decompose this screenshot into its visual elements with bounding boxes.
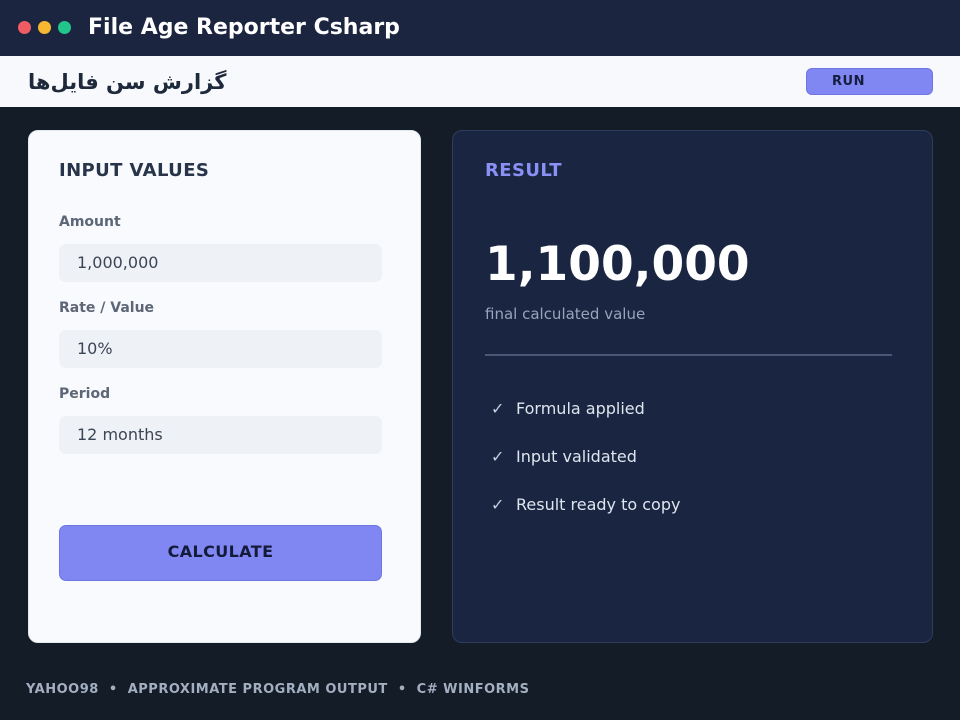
input-panel-title: INPUT VALUES (59, 160, 210, 181)
footer-text: YAHOO98 • APPROXIMATE PROGRAM OUTPUT • C… (26, 682, 530, 697)
app-title: File Age Reporter Csharp (88, 15, 400, 40)
check-item-ready: ✓ Result ready to copy (491, 495, 680, 514)
result-value: 1,100,000 (485, 237, 750, 292)
input-panel: INPUT VALUES Amount 1,000,000 Rate / Val… (28, 130, 421, 643)
amount-label: Amount (59, 214, 121, 230)
page-subtitle: گزارش سن فایل‌ها (28, 70, 227, 94)
amount-input[interactable]: 1,000,000 (59, 244, 382, 282)
check-icon: ✓ (491, 399, 505, 418)
result-panel-title: RESULT (485, 160, 562, 181)
result-divider (485, 354, 892, 356)
check-icon: ✓ (491, 495, 505, 514)
check-label: Result ready to copy (516, 495, 681, 514)
header-bar: گزارش سن فایل‌ها RUN (0, 56, 960, 107)
result-caption: final calculated value (485, 305, 646, 323)
period-label: Period (59, 386, 111, 402)
run-button[interactable]: RUN (806, 68, 933, 95)
rate-label: Rate / Value (59, 300, 155, 316)
result-panel: RESULT 1,100,000 final calculated value … (452, 130, 933, 643)
check-item-formula: ✓ Formula applied (491, 399, 645, 418)
period-input[interactable]: 12 months (59, 416, 382, 454)
check-label: Formula applied (516, 399, 645, 418)
check-item-validated: ✓ Input validated (491, 447, 637, 466)
minimize-window-button[interactable] (38, 21, 51, 34)
close-window-button[interactable] (18, 21, 31, 34)
calculate-button[interactable]: CALCULATE (59, 525, 382, 581)
title-bar: File Age Reporter Csharp (0, 0, 960, 56)
maximize-window-button[interactable] (58, 21, 71, 34)
check-label: Input validated (516, 447, 637, 466)
rate-input[interactable]: 10% (59, 330, 382, 368)
check-icon: ✓ (491, 447, 505, 466)
